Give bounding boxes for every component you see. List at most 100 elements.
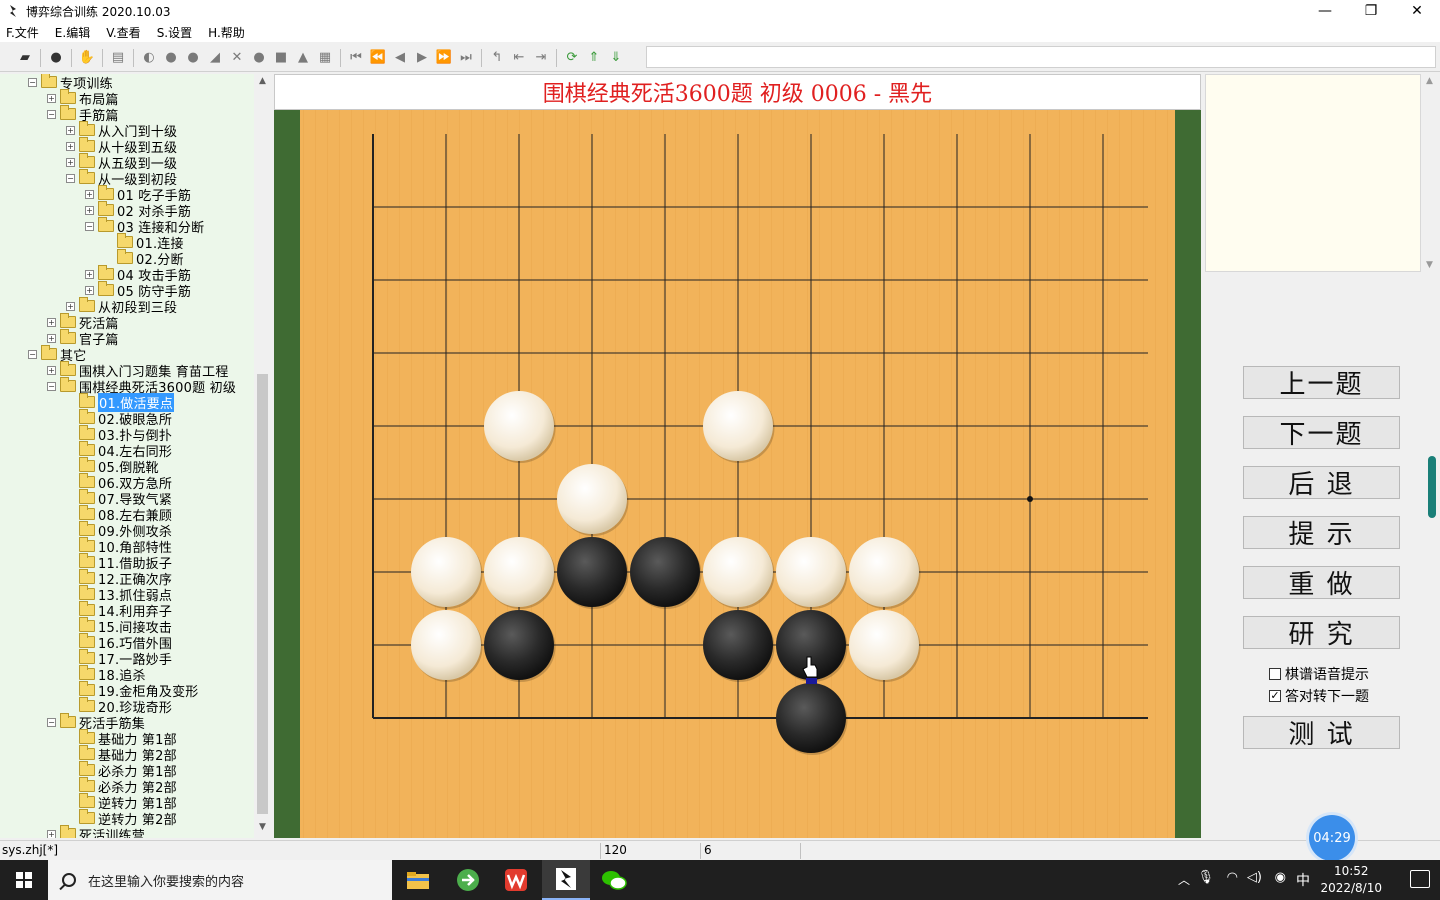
tray-expand-icon[interactable]: ︿ — [1178, 871, 1190, 888]
microphone-icon[interactable]: 🎙 — [1197, 870, 1214, 885]
tree-scrollbar[interactable]: ▲ ▼ — [254, 74, 271, 838]
collapse-icon[interactable]: − — [47, 109, 56, 119]
tree-item[interactable]: + 死活训练营 — [47, 825, 145, 838]
folder-icon — [98, 185, 114, 200]
erase-icon[interactable]: ◢ — [204, 47, 226, 69]
expand-icon[interactable]: + — [85, 205, 94, 215]
menu-edit[interactable]: E.编辑 — [55, 24, 90, 41]
toolbar-separator — [133, 48, 134, 67]
alternate-icon[interactable]: ◐ — [138, 47, 160, 69]
file-explorer-icon[interactable] — [394, 860, 442, 900]
expand-icon[interactable]: + — [47, 317, 56, 327]
expand-icon[interactable]: + — [66, 301, 75, 311]
expand-icon[interactable]: + — [47, 829, 56, 838]
export-icon[interactable]: ⇓ — [605, 47, 627, 69]
refresh-icon[interactable]: ⟳ — [561, 47, 583, 69]
wifi-icon[interactable]: ◠ — [1227, 870, 1238, 885]
menu-file[interactable]: F.文件 — [6, 24, 39, 41]
comment-scrollbar[interactable]: ▲ ▼ — [1421, 74, 1438, 272]
last-move-icon[interactable]: ⏭ — [455, 47, 477, 69]
ime-indicator[interactable]: 中 — [1296, 870, 1310, 890]
note-icon[interactable]: ▤ — [107, 47, 129, 69]
step-forward-icon[interactable]: ▶ — [411, 47, 433, 69]
white-stone-icon[interactable]: ● — [182, 47, 204, 69]
expand-icon[interactable]: + — [66, 141, 75, 151]
region-icon[interactable]: ▦ — [314, 47, 336, 69]
tree-item[interactable]: − 其它 — [28, 345, 86, 364]
comment-scroll-down-icon[interactable]: ▼ — [1421, 260, 1438, 270]
taskbar-search[interactable]: 在这里输入你要搜索的内容 — [48, 860, 392, 900]
cross-mark-icon[interactable]: ✕ — [226, 47, 248, 69]
prev-problem-button[interactable]: 上一题 — [1243, 366, 1400, 400]
next-problem-button[interactable]: 下一题 — [1243, 416, 1400, 450]
checkbox-box[interactable] — [1269, 668, 1281, 680]
expand-icon[interactable]: + — [66, 125, 75, 135]
voice-hint-checkbox[interactable]: 棋谱语音提示 — [1269, 664, 1369, 684]
fast-forward-icon[interactable]: ⏩ — [433, 47, 455, 69]
timer-badge[interactable]: 04:29 — [1309, 815, 1355, 861]
redo-button[interactable]: 重 做 — [1243, 566, 1400, 600]
test-button[interactable]: 测 试 — [1243, 716, 1400, 750]
collapse-icon[interactable]: − — [66, 173, 75, 183]
wechat-icon[interactable] — [590, 860, 638, 900]
circle-mark-icon[interactable]: ● — [248, 47, 270, 69]
expand-icon[interactable]: + — [47, 365, 56, 375]
side-handle[interactable] — [1428, 456, 1436, 518]
collapse-icon[interactable]: − — [47, 717, 56, 727]
comment-scroll-up-icon[interactable]: ▲ — [1421, 76, 1438, 86]
expand-icon[interactable]: + — [47, 93, 56, 103]
hint-button[interactable]: 提 示 — [1243, 516, 1400, 550]
first-move-icon[interactable]: ⏮ — [345, 47, 367, 69]
expand-icon[interactable]: + — [47, 333, 56, 343]
close-button[interactable]: ✕ — [1394, 0, 1440, 22]
comment-box[interactable] — [1205, 74, 1421, 272]
menu-settings[interactable]: S.设置 — [157, 24, 192, 41]
go-board[interactable] — [274, 110, 1201, 838]
clock[interactable]: 10:52 2022/8/10 — [1320, 863, 1382, 897]
triangle-mark-icon[interactable]: ▲ — [292, 47, 314, 69]
notification-icon[interactable] — [1410, 870, 1430, 888]
scroll-down-icon[interactable]: ▼ — [254, 822, 271, 836]
step-back-icon[interactable]: ◀ — [389, 47, 411, 69]
hand-icon[interactable]: ✋ — [76, 47, 98, 69]
start-button[interactable] — [0, 860, 48, 900]
checkbox-box[interactable]: ✓ — [1269, 690, 1281, 702]
folder-icon — [60, 377, 76, 392]
minimize-button[interactable]: — — [1302, 0, 1348, 22]
wps-office-icon[interactable] — [492, 860, 540, 900]
folder-icon — [41, 74, 57, 88]
branch-right-icon[interactable]: ⇥ — [530, 47, 552, 69]
collapse-icon[interactable]: − — [28, 349, 37, 359]
menu-help[interactable]: H.帮助 — [208, 24, 245, 41]
branch-up-icon[interactable]: ↰ — [486, 47, 508, 69]
folder-icon — [79, 649, 95, 664]
expand-icon[interactable]: + — [66, 157, 75, 167]
collapse-icon[interactable]: − — [85, 221, 94, 231]
back-button[interactable]: 后 退 — [1243, 466, 1400, 500]
app-window: 博弈综合训练 2020.10.03 — ❐ ✕ F.文件 E.编辑 V.查看 S… — [0, 0, 1440, 900]
branch-left-icon[interactable]: ⇤ — [508, 47, 530, 69]
folder-icon — [79, 441, 95, 456]
expand-icon[interactable]: + — [85, 189, 94, 199]
scroll-up-icon[interactable]: ▲ — [254, 76, 271, 90]
auto-next-checkbox[interactable]: ✓ 答对转下一题 — [1269, 686, 1369, 706]
network-status-icon[interactable]: ◉ — [1275, 870, 1286, 885]
import-icon[interactable]: ⇑ — [583, 47, 605, 69]
title-bar: 博弈综合训练 2020.10.03 — ❐ ✕ — [0, 0, 1440, 22]
expand-icon[interactable]: + — [85, 285, 94, 295]
maximize-button[interactable]: ❐ — [1348, 0, 1394, 22]
square-mark-icon[interactable]: ■ — [270, 47, 292, 69]
collapse-icon[interactable]: − — [47, 381, 56, 391]
go-app-icon[interactable] — [542, 860, 590, 900]
menu-view[interactable]: V.查看 — [106, 24, 140, 41]
open-file-icon[interactable]: ▰ — [14, 47, 36, 69]
black-stone-icon[interactable]: ● — [160, 47, 182, 69]
fast-back-icon[interactable]: ⏪ — [367, 47, 389, 69]
volume-icon[interactable]: ◁) — [1247, 870, 1262, 885]
expand-icon[interactable]: + — [85, 269, 94, 279]
tree-scroll-thumb[interactable] — [257, 374, 268, 814]
study-button[interactable]: 研 究 — [1243, 616, 1400, 650]
browser-icon[interactable] — [444, 860, 492, 900]
stone-number-icon[interactable]: ● — [45, 47, 67, 69]
collapse-icon[interactable]: − — [28, 77, 37, 87]
